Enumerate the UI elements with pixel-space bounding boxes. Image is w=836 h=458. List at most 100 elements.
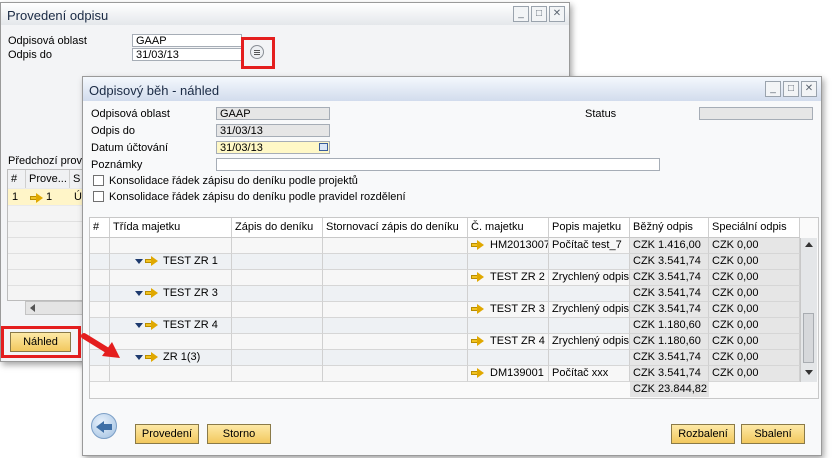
- cell-asset-class: [110, 238, 232, 254]
- table-row[interactable]: TEST ZR 4 CZK 1.180,60 CZK 0,00: [90, 318, 800, 334]
- back-label-date: Odpis do: [8, 49, 53, 61]
- asset-number-label: TEST ZR 3: [490, 303, 545, 315]
- link-arrow-icon[interactable]: [145, 352, 159, 363]
- back-grid-rows-empty: [8, 206, 84, 300]
- back-arrow-button[interactable]: [91, 413, 117, 439]
- collapse-button[interactable]: Sbalení: [741, 424, 805, 444]
- cell-row-number: [90, 254, 110, 270]
- maximize-icon[interactable]: □: [783, 81, 799, 97]
- scroll-down-icon[interactable]: [805, 370, 813, 375]
- cell-asset-description: [549, 286, 630, 302]
- back-grid-header-prove: Prove...: [26, 170, 70, 188]
- link-arrow-icon[interactable]: [145, 320, 159, 331]
- table-row[interactable]: ZR 1(3) CZK 3.541,74 CZK 0,00: [90, 350, 800, 366]
- close-icon[interactable]: ✕: [549, 6, 565, 22]
- scroll-up-icon[interactable]: [805, 242, 813, 247]
- front-window-titlebar[interactable]: Odpisový běh - náhled _ □ ✕: [83, 77, 821, 101]
- table-row[interactable]: TEST ZR 2 Zrychlený odpis CZK 3.541,74 CZK …: [90, 270, 800, 286]
- back-grid-row-value: 1: [46, 191, 53, 203]
- expand-triangle-icon[interactable]: [135, 258, 143, 264]
- grid-header-asset-description: Popis majetku: [549, 218, 630, 237]
- field-posting-date[interactable]: 31/03/13: [216, 141, 330, 154]
- table-row[interactable]: TEST ZR 3 CZK 3.541,74 CZK 0,00: [90, 286, 800, 302]
- back-grid-row[interactable]: 1 1 Ú: [8, 189, 84, 205]
- link-arrow-icon[interactable]: [471, 368, 485, 379]
- cell-journal-entry: [232, 286, 323, 302]
- back-grid-hscroll[interactable]: [25, 301, 85, 315]
- link-arrow-icon[interactable]: [145, 256, 159, 267]
- minimize-icon[interactable]: _: [765, 81, 781, 97]
- list-icon: [254, 50, 260, 51]
- cell-asset-description: [549, 350, 630, 366]
- asset-number-label: TEST ZR 2: [490, 271, 545, 283]
- field-status: [699, 107, 813, 120]
- checkbox-consolidate-projects[interactable]: [93, 175, 104, 186]
- asset-class-label: TEST ZR 1: [163, 255, 218, 267]
- cell-journal-entry: [232, 238, 323, 254]
- grid-vscroll[interactable]: [800, 238, 817, 382]
- cell-asset-class: TEST ZR 3: [110, 286, 232, 302]
- cell-asset-number: [468, 254, 549, 270]
- cell-asset-description: [549, 318, 630, 334]
- table-row[interactable]: TEST ZR 1 CZK 3.541,74 CZK 0,00: [90, 254, 800, 270]
- table-row[interactable]: HM2013007 Počítač test_7 CZK 1.416,00 CZK 0…: [90, 238, 800, 254]
- preview-button[interactable]: Náhled: [10, 332, 71, 352]
- link-arrow-icon[interactable]: [30, 193, 44, 204]
- cancel-button[interactable]: Storno: [207, 424, 271, 444]
- back-field-date[interactable]: 31/03/13: [132, 48, 242, 61]
- field-remarks[interactable]: [216, 158, 660, 171]
- back-field-area[interactable]: GAAP: [132, 34, 242, 47]
- link-arrow-icon[interactable]: [471, 304, 485, 315]
- link-arrow-icon[interactable]: [471, 240, 485, 251]
- label-status: Status: [585, 108, 617, 120]
- list-button[interactable]: [250, 45, 264, 59]
- cell-asset-class: [110, 302, 232, 318]
- cell-asset-description: Zrychlený odpis: [549, 270, 630, 286]
- cell-special-depreciation: CZK 0,00: [709, 270, 800, 286]
- grid-header-journal-entry: Zápis do deníku: [232, 218, 323, 237]
- cell-asset-number: DM139001: [468, 366, 549, 382]
- cell-journal-entry: [232, 366, 323, 382]
- table-row[interactable]: TEST ZR 4 Zrychlený odpis CZK 1.180,60 CZK …: [90, 334, 800, 350]
- cell-ordinary-depreciation: CZK 3.541,74: [630, 270, 709, 286]
- cell-ordinary-depreciation: CZK 1.180,60: [630, 318, 709, 334]
- minimize-icon[interactable]: _: [513, 6, 529, 22]
- expand-triangle-icon[interactable]: [135, 290, 143, 296]
- back-window-titlebar[interactable]: Provedení odpisu _ □ ✕: [1, 3, 569, 25]
- scroll-left-icon[interactable]: [30, 304, 35, 312]
- expand-triangle-icon[interactable]: [135, 354, 143, 360]
- label-depreciation-area: Odpisová oblast: [91, 108, 170, 120]
- cell-row-number: [90, 302, 110, 318]
- expand-triangle-icon[interactable]: [135, 322, 143, 328]
- cell-ordinary-depreciation: CZK 3.541,74: [630, 286, 709, 302]
- table-row[interactable]: DM139001 Počítač xxx CZK 3.541,74 CZK 0,00: [90, 366, 800, 382]
- grid-header-asset-number: Č. majetku: [468, 218, 549, 237]
- cell-asset-number: TEST ZR 3: [468, 302, 549, 318]
- close-icon[interactable]: ✕: [801, 81, 817, 97]
- scroll-thumb[interactable]: [803, 313, 814, 363]
- cell-journal-entry: [232, 270, 323, 286]
- execute-button[interactable]: Provedení: [135, 424, 199, 444]
- back-grid-row-third: Ú: [74, 191, 82, 203]
- cell-reversal-entry: [323, 318, 468, 334]
- cell-asset-class: [110, 270, 232, 286]
- cell-journal-entry: [232, 334, 323, 350]
- table-row[interactable]: TEST ZR 3 Zrychlený odpis CZK 3.541,74 CZK …: [90, 302, 800, 318]
- maximize-icon[interactable]: □: [531, 6, 547, 22]
- cell-asset-description: Zrychlený odpis: [549, 302, 630, 318]
- cell-asset-description: Zrychlený odpis: [549, 334, 630, 350]
- cell-row-number: [90, 238, 110, 254]
- cell-reversal-entry: [323, 366, 468, 382]
- cell-asset-class: [110, 366, 232, 382]
- cell-asset-number: [468, 318, 549, 334]
- cell-ordinary-depreciation: CZK 1.180,60: [630, 334, 709, 350]
- link-arrow-icon[interactable]: [471, 336, 485, 347]
- checkbox-consolidate-distribution[interactable]: [93, 191, 104, 202]
- link-arrow-icon[interactable]: [471, 272, 485, 283]
- expand-button[interactable]: Rozbalení: [671, 424, 735, 444]
- checkbox-consolidate-distribution-label: Konsolidace řádek zápisu do deníku podle…: [109, 191, 406, 203]
- link-arrow-icon[interactable]: [145, 288, 159, 299]
- grid-header-ordinary-depreciation: Běžný odpis: [630, 218, 709, 237]
- calendar-icon[interactable]: [319, 143, 328, 151]
- cell-ordinary-depreciation: CZK 3.541,74: [630, 366, 709, 382]
